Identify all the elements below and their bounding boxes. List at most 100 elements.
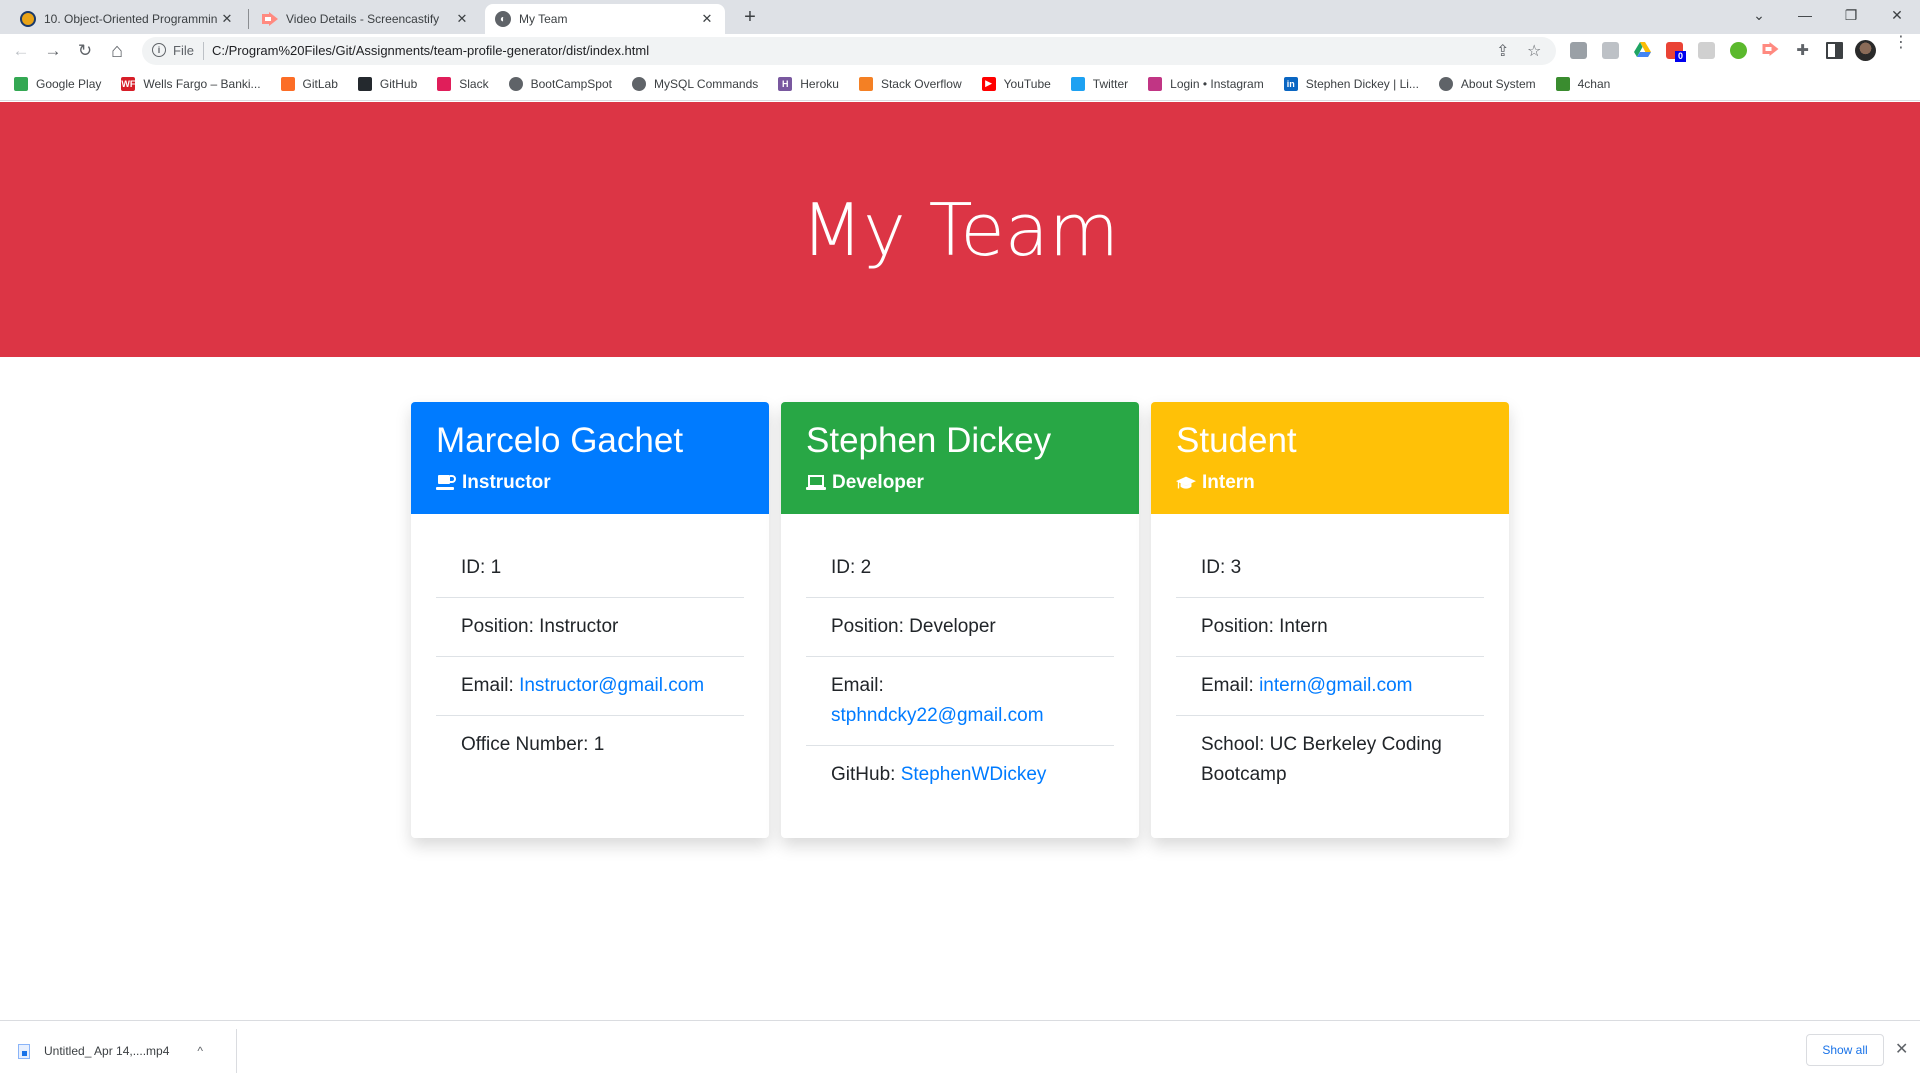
forward-button[interactable]: → — [40, 38, 66, 64]
bookmark-label: MySQL Commands — [654, 76, 759, 91]
omnibox-separator — [203, 42, 204, 60]
laptop-icon — [806, 474, 826, 492]
list-item: ID: 1 — [436, 539, 744, 598]
download-file-name[interactable]: Untitled_ Apr 14,....mp4 — [44, 1044, 169, 1058]
card-body: ID: 2 Position: Developer Email: stphndcky… — [781, 514, 1139, 829]
reload-button[interactable]: ↻ — [72, 38, 98, 64]
list-item: ID: 2 — [806, 539, 1114, 598]
green-extension-icon[interactable] — [1730, 42, 1747, 59]
bookmark-item[interactable]: 4chan — [1555, 76, 1611, 91]
bookmark-label: Heroku — [800, 76, 839, 91]
download-bar: Untitled_ Apr 14,....mp4 ^ Show all ✕ — [0, 1020, 1920, 1080]
bookmarks-bar: Google Play WF Wells Fargo – Banki... GitLa… — [0, 67, 1920, 101]
browser-toolbar: ← → ↻ ⌂ i File C:/Program%20Files/Git/As… — [0, 34, 1920, 67]
email-link[interactable]: Instructor@gmail.com — [519, 675, 704, 696]
site-info-icon[interactable]: i — [152, 43, 166, 57]
new-tab-button[interactable]: + — [738, 5, 762, 29]
tab-oop[interactable]: 10. Object-Oriented Programmin ✕ — [10, 4, 245, 34]
role-label: Intern — [1202, 472, 1255, 493]
close-window-button[interactable]: ✕ — [1874, 0, 1920, 34]
bookmark-item[interactable]: Twitter — [1070, 76, 1128, 91]
home-button[interactable]: ⌂ — [104, 38, 130, 64]
bookmark-label: GitLab — [302, 76, 338, 91]
role-label: Instructor — [462, 472, 551, 493]
employee-name: Stephen Dickey — [806, 421, 1052, 460]
extension-1-icon[interactable] — [1570, 42, 1587, 59]
bookmark-item[interactable]: Login • Instagram — [1148, 76, 1264, 91]
tab-separator — [248, 9, 249, 29]
detail-label: ID: — [831, 557, 861, 578]
url-text[interactable]: C:/Program%20Files/Git/Assignments/team-… — [212, 43, 649, 58]
bookmark-item[interactable]: H Heroku — [778, 76, 839, 91]
role-label: Developer — [832, 472, 924, 493]
minimize-button[interactable]: — — [1782, 0, 1828, 34]
extension-badge: 0 — [1675, 51, 1686, 62]
list-item: ID: 3 — [1176, 539, 1484, 598]
restore-button[interactable]: ❐ — [1828, 0, 1874, 34]
share-icon[interactable]: ⇪ — [1496, 41, 1509, 61]
back-button[interactable]: ← — [8, 38, 34, 64]
bookmark-item[interactable]: GitLab — [280, 76, 338, 91]
detail-label: ID: — [1201, 557, 1231, 578]
tab-strip: 10. Object-Oriented Programmin ✕ Video D… — [0, 0, 1920, 34]
detail-value: 1 — [593, 734, 605, 755]
bookmark-item[interactable]: MySQL Commands — [632, 76, 759, 91]
detail-label: Position: — [831, 616, 910, 637]
card-body: ID: 1 Position: Instructor Email: Instruct… — [411, 514, 769, 799]
email-link[interactable]: intern@gmail.com — [1259, 675, 1412, 696]
profile-avatar[interactable] — [1855, 40, 1876, 61]
screencastify-icon — [262, 11, 278, 27]
tab-search-button[interactable]: ⌄ — [1736, 0, 1782, 34]
team-cards: Marcelo Gachet Instructor ID: 1 Position: I… — [411, 402, 1509, 838]
detail-value: Developer — [909, 616, 996, 637]
close-download-bar-icon[interactable]: ✕ — [1895, 1039, 1908, 1059]
stackoverflow-icon — [858, 76, 873, 91]
bookmark-item[interactable]: WF Wells Fargo – Banki... — [121, 76, 261, 91]
tab-my-team[interactable]: ◐ My Team ✕ — [485, 4, 725, 34]
download-item[interactable]: Untitled_ Apr 14,....mp4 ^ — [18, 1033, 203, 1069]
close-tab-icon[interactable]: ✕ — [219, 11, 235, 27]
employee-card: Marcelo Gachet Instructor ID: 1 Position: I… — [411, 402, 769, 838]
show-all-downloads-button[interactable]: Show all — [1806, 1034, 1884, 1066]
red-extension-icon[interactable]: 0 — [1666, 42, 1686, 62]
4chan-extension-icon[interactable] — [1698, 42, 1715, 59]
bookmark-item[interactable]: Google Play — [14, 76, 101, 91]
course-icon — [20, 11, 36, 27]
bookmark-item[interactable]: ▶ YouTube — [981, 76, 1051, 91]
list-item: Position: Intern — [1176, 598, 1484, 657]
bookmark-item[interactable]: Stack Overflow — [858, 76, 962, 91]
detail-value: 1 — [490, 557, 502, 578]
chevron-up-icon[interactable]: ^ — [197, 1044, 203, 1058]
side-panel-icon[interactable] — [1826, 42, 1843, 59]
detail-label: Position: — [1201, 616, 1280, 637]
email-link[interactable]: stphndcky22@gmail.com — [831, 705, 1044, 726]
bookmark-item[interactable]: BootCampSpot — [508, 76, 612, 91]
screencastify-extension-icon[interactable] — [1762, 42, 1779, 59]
close-tab-icon[interactable]: ✕ — [454, 11, 470, 27]
tab-title: Video Details - Screencastify — [286, 12, 440, 26]
bookmark-item[interactable]: About System — [1438, 76, 1536, 91]
bookmark-star-icon[interactable]: ☆ — [1527, 41, 1541, 61]
close-tab-icon[interactable]: ✕ — [699, 11, 715, 27]
4chan-icon — [1555, 76, 1570, 91]
bookmark-item[interactable]: GitHub — [357, 76, 417, 91]
employee-name: Student — [1176, 421, 1297, 460]
chrome-menu-icon[interactable]: ⋮ — [1893, 35, 1909, 51]
bookmark-label: 4chan — [1577, 76, 1611, 91]
list-item: School: UC Berkeley Coding Bootcamp — [1176, 716, 1484, 804]
list-item: GitHub: StephenWDickey — [806, 746, 1114, 804]
gitlab-icon — [280, 76, 295, 91]
tab-screencastify[interactable]: Video Details - Screencastify ✕ — [252, 4, 480, 34]
card-header: Student Intern — [1151, 402, 1509, 514]
detail-label: School: — [1201, 734, 1270, 755]
graduation-cap-icon — [1176, 474, 1196, 492]
extensions-puzzle-icon[interactable]: ✚ — [1794, 42, 1811, 59]
employee-name: Marcelo Gachet — [436, 421, 684, 460]
extension-2-icon[interactable] — [1602, 42, 1619, 59]
google-drive-icon[interactable] — [1634, 42, 1651, 59]
bookmark-item[interactable]: in Stephen Dickey | Li... — [1283, 76, 1419, 91]
address-bar[interactable]: i File C:/Program%20Files/Git/Assignment… — [142, 37, 1556, 65]
github-link[interactable]: StephenWDickey — [901, 764, 1047, 785]
globe-icon — [1438, 76, 1453, 91]
bookmark-item[interactable]: Slack — [437, 76, 489, 91]
